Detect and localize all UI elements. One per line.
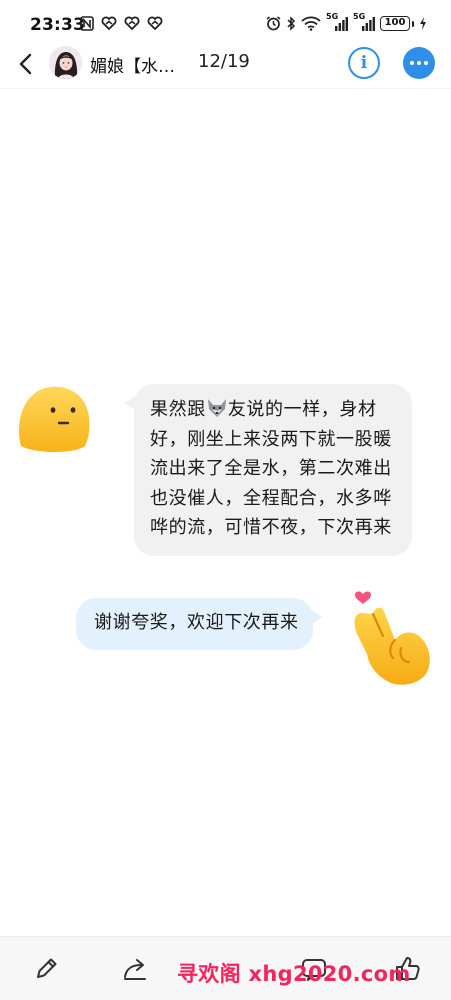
nfc-icon xyxy=(80,16,94,31)
charging-icon xyxy=(420,17,426,30)
bubble-tail xyxy=(124,396,136,410)
alarm-icon xyxy=(266,16,281,31)
avatar[interactable] xyxy=(49,46,82,79)
edit-icon[interactable] xyxy=(32,955,60,983)
contact-name[interactable]: 媚娘【水… xyxy=(90,52,175,77)
avatar-image xyxy=(49,46,82,79)
signal-icon: 5G xyxy=(326,12,348,31)
battery-icon: 100 xyxy=(380,16,410,31)
chevron-left-icon xyxy=(19,53,32,75)
sent-message-bubble[interactable]: 谢谢夸奖，欢迎下次再来 xyxy=(76,598,323,650)
header-divider xyxy=(0,88,451,89)
chat-header: 媚娘【水… 12/19 i xyxy=(0,44,451,84)
more-dot-icon xyxy=(417,61,421,65)
message-text: 谢谢夸奖，欢迎下次再来 xyxy=(94,612,299,633)
more-options-button[interactable] xyxy=(403,47,435,79)
wolf-emoji xyxy=(207,399,226,417)
back-button[interactable] xyxy=(12,48,40,80)
received-message-bubble[interactable]: 果然跟 友说的一样，身材好，刚坐上来没两下就一股暖流出来了全是水，第二次难出也没… xyxy=(124,384,412,556)
page-counter: 12/19 xyxy=(198,51,250,72)
heart-app-icon xyxy=(101,16,117,31)
bubble-tail xyxy=(311,610,323,624)
heart-app-icon xyxy=(124,16,140,31)
info-icon: i xyxy=(360,53,368,73)
more-dot-icon xyxy=(410,61,414,65)
smiling-face-emoji xyxy=(18,386,90,452)
finger-heart-emoji xyxy=(354,591,430,685)
status-notification-icons xyxy=(80,16,163,31)
status-system-icons: 5G 5G 100 xyxy=(266,12,427,31)
heart-app-icon xyxy=(147,16,163,31)
more-dot-icon xyxy=(424,61,428,65)
status-bar: 23:33 5G 5G 100 xyxy=(0,0,451,44)
status-time: 23:33 xyxy=(30,15,86,35)
share-icon[interactable] xyxy=(121,955,149,983)
signal-icon: 5G xyxy=(353,12,375,31)
battery-tip xyxy=(412,20,414,27)
bluetooth-icon xyxy=(287,16,296,31)
watermark-text: 寻欢阁 xhg2020.com xyxy=(177,962,411,986)
message-text: 果然跟 xyxy=(150,399,206,420)
wifi-icon xyxy=(301,16,321,31)
info-button[interactable]: i xyxy=(348,47,380,79)
